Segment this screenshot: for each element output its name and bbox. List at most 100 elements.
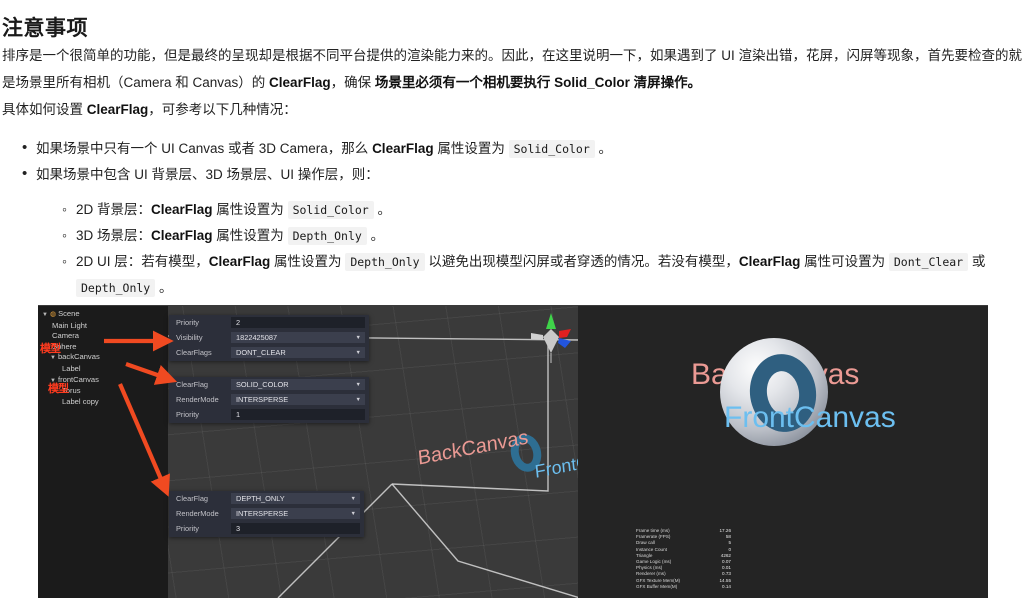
clearflag-bullet-list: 如果场景中只有一个 UI Canvas 或者 3D Camera，那么 Clea…	[0, 135, 1024, 301]
stat-value: 0.14	[722, 583, 731, 589]
list-item: 2D UI 层：若有模型，ClearFlag 属性设置为 Depth_Only …	[62, 248, 1024, 301]
inline-code: Solid_Color	[287, 201, 374, 219]
inspector-dropdown[interactable]: INTERSPERSE ▼	[231, 508, 360, 520]
inline-code: Depth_Only	[287, 227, 367, 245]
stat-label: GFX Buffer Mem(M)	[636, 583, 678, 589]
inspector-value: 1822425087	[236, 333, 278, 343]
camera-inspector-panel[interactable]: Priority 2 Visibility 1822425087 ▼ ClearFlags…	[169, 315, 369, 361]
unity-editor-screenshot: BackCanvas FrontCanvas BackCanvas FrontC…	[38, 305, 988, 598]
emphasis-text: ClearFlag	[372, 141, 434, 156]
inspector-row-label: RenderMode	[176, 395, 219, 405]
backcanvas-inspector-panel[interactable]: ClearFlag SOLID_COLOR ▼ RenderMode INTERSPER…	[169, 377, 369, 423]
inspector-value: SOLID_COLOR	[236, 380, 289, 390]
hierarchy-item-label: backCanvas	[57, 352, 100, 362]
chevron-down-icon[interactable]: ▼	[50, 355, 56, 361]
frontcanvas-label-game: FrontCanvas	[724, 401, 896, 434]
text-run: 属性设置为	[212, 228, 288, 243]
emphasis-text: 场景里必须有一个相机要执行 Solid_Color 清屏操作。	[374, 75, 702, 90]
text-run: 3D 场景层：	[76, 228, 152, 243]
text-run: ，可参考以下几种情况：	[148, 102, 297, 117]
inspector-row-label: Priority	[176, 524, 199, 534]
inspector-dropdown[interactable]: SOLID_COLOR ▼	[231, 379, 365, 391]
chevron-down-icon[interactable]: ▼	[356, 397, 361, 403]
hierarchy-item[interactable]: Label copy	[38, 397, 168, 408]
hierarchy-item[interactable]: Main Light	[38, 321, 168, 332]
text-run: 属性设置为	[270, 254, 346, 269]
inspector-dropdown[interactable]: 1822425087 ▼	[231, 332, 365, 344]
frontcanvas-inspector-panel[interactable]: ClearFlag DEPTH_ONLY ▼ RenderMode INTERSPERS…	[169, 491, 364, 537]
text-run: 。	[373, 202, 391, 217]
inspector-row: ClearFlag DEPTH_ONLY ▼	[169, 491, 364, 506]
hierarchy-item-label: Main Light	[52, 320, 88, 330]
game-view: BackCanvas FrontCanvas Frame time (ms)17…	[578, 306, 988, 598]
inspector-row-label: Priority	[176, 410, 199, 420]
inspector-row-label: ClearFlag	[176, 380, 209, 390]
text-run: 2D UI 层：若有模型，	[76, 254, 209, 269]
list-item: 3D 场景层：ClearFlag 属性设置为 Depth_Only 。	[62, 222, 1024, 249]
chevron-down-icon[interactable]: ▼	[351, 511, 356, 517]
inspector-value: DEPTH_ONLY	[236, 494, 285, 504]
inspector-value: INTERSPERSE	[236, 395, 289, 405]
emphasis-text: ClearFlag	[208, 254, 271, 269]
list-item: 如果场景中只有一个 UI Canvas 或者 3D Camera，那么 Clea…	[22, 135, 1024, 162]
inspector-row-label: Priority	[176, 318, 199, 328]
inspector-row: Priority 2	[169, 315, 369, 330]
intro-paragraph-2: 具体如何设置 ClearFlag，可参考以下几种情况：	[0, 96, 1024, 123]
inspector-row: RenderMode INTERSPERSE ▼	[169, 506, 364, 521]
text-run: 。	[155, 280, 173, 295]
article-page: 注意事项 排序是一个很简单的功能，但是最终的呈现却是根据不同平台提供的渲染能力来…	[0, 0, 1024, 603]
text-run: 以避免出现模型闪屏或者穿透的情况。若没有模型，	[424, 254, 739, 269]
inspector-input[interactable]: 2	[231, 317, 365, 329]
inline-code: Depth_Only	[76, 279, 156, 297]
emphasis-text: ClearFlag	[151, 202, 213, 217]
inline-code: Dont_Clear	[888, 253, 969, 271]
hierarchy-root-row[interactable]: ▼ ◍ Scene	[38, 306, 168, 321]
inspector-row: ClearFlags DONT_CLEAR ▼	[169, 345, 369, 360]
chevron-down-icon[interactable]: ▼	[356, 350, 361, 356]
text-run: 如果场景中包含 UI 背景层、3D 场景层、UI 操作层，则：	[36, 167, 379, 182]
chevron-down-icon[interactable]: ▼	[356, 382, 361, 388]
text-run: 如果场景中只有一个 UI Canvas 或者 3D Camera，那么	[36, 141, 373, 156]
text-run: 属性设置为	[433, 141, 509, 156]
text-run: 。	[366, 228, 385, 243]
list-item: 2D 背景层：ClearFlag 属性设置为 Solid_Color 。	[62, 196, 1024, 223]
text-run: ，确保	[330, 75, 375, 90]
hierarchy-panel[interactable]: ▼ ◍ Scene Main Light Camera Sphere ▼ backCanva…	[38, 306, 168, 598]
inspector-dropdown[interactable]: DONT_CLEAR ▼	[231, 347, 365, 359]
inspector-dropdown[interactable]: INTERSPERSE ▼	[231, 394, 365, 406]
inspector-row: RenderMode INTERSPERSE ▼	[169, 392, 369, 407]
text-run: 或	[968, 254, 986, 269]
scene-orientation-gizmo[interactable]	[525, 311, 581, 363]
emphasis-text: ClearFlag	[269, 75, 331, 90]
chevron-down-icon[interactable]: ▼	[351, 496, 356, 502]
text-run: 属性设置为	[212, 202, 288, 217]
inline-code: Depth_Only	[345, 253, 425, 271]
hierarchy-item-label: Label	[62, 363, 81, 373]
inspector-input[interactable]: 3	[231, 523, 360, 535]
inspector-input[interactable]: 1	[231, 409, 365, 421]
hierarchy-item-label: Label copy	[62, 396, 99, 406]
hierarchy-item[interactable]: Label	[38, 364, 168, 375]
text-run: 。	[594, 141, 613, 156]
chevron-down-icon[interactable]: ▼	[356, 335, 361, 341]
text-run: 具体如何设置	[2, 102, 87, 117]
model-annotation-label: 模型	[48, 382, 69, 395]
inspector-value: 2	[236, 318, 241, 328]
clearflag-sub-list: 2D 背景层：ClearFlag 属性设置为 Solid_Color 。 3D …	[36, 196, 1024, 301]
emphasis-text: ClearFlag	[738, 254, 801, 269]
inspector-dropdown[interactable]: DEPTH_ONLY ▼	[231, 493, 360, 505]
list-item: 如果场景中包含 UI 背景层、3D 场景层、UI 操作层，则： 2D 背景层：C…	[22, 161, 1024, 301]
stat-row: GFX Buffer Mem(M) 0.14	[636, 584, 731, 590]
inspector-value: 3	[236, 524, 241, 534]
inline-code: Solid_Color	[508, 140, 595, 158]
inspector-row: Visibility 1822425087 ▼	[169, 330, 369, 345]
intro-paragraph-1: 排序是一个很简单的功能，但是最终的呈现却是根据不同平台提供的渲染能力来的。因此，…	[0, 42, 1024, 96]
inspector-row-label: ClearFlag	[176, 494, 209, 504]
emphasis-text: ClearFlag	[86, 102, 149, 117]
inspector-row-label: RenderMode	[176, 509, 219, 519]
list-item-text: 如果场景中包含 UI 背景层、3D 场景层、UI 操作层，则：	[36, 167, 379, 182]
inspector-row: Priority 1	[169, 407, 369, 422]
inspector-row: ClearFlag SOLID_COLOR ▼	[169, 377, 369, 392]
text-run: 2D 背景层：	[76, 202, 152, 217]
text-run: 属性可设置为	[800, 254, 889, 269]
